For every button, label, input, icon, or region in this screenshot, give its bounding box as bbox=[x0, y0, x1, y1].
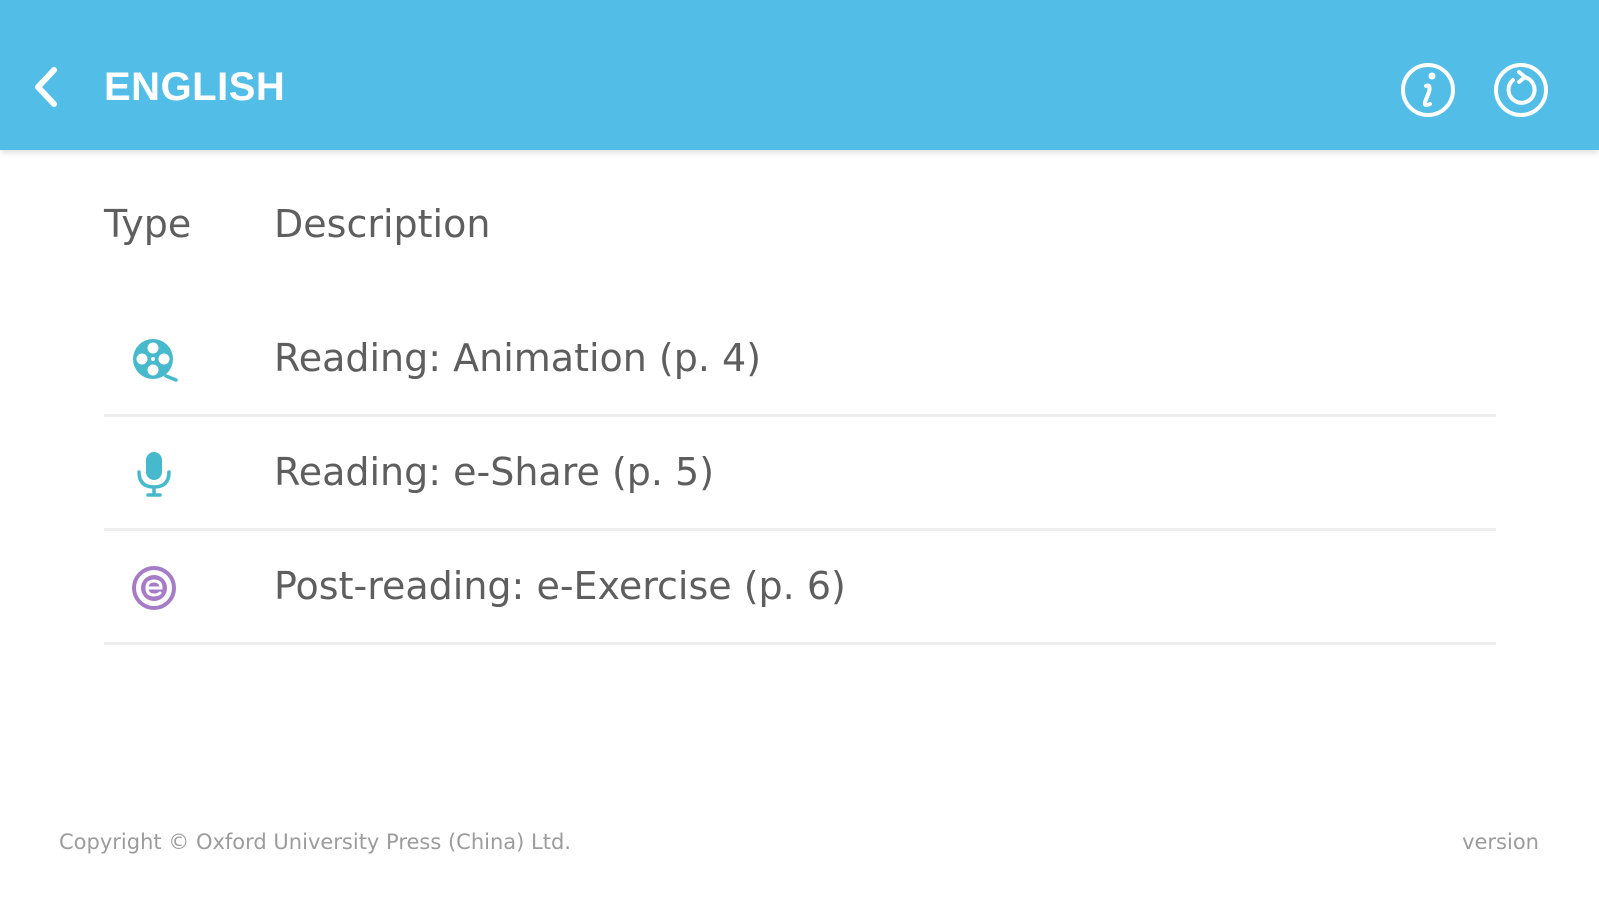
version-text: version bbox=[1462, 830, 1539, 854]
row-description: Reading: e-Share (p. 5) bbox=[274, 450, 715, 494]
table-body: Reading: Animation (p. 4) Reading: e-Sha… bbox=[104, 303, 1496, 645]
row-description: Reading: Animation (p. 4) bbox=[274, 336, 762, 380]
table-header: Type Description bbox=[104, 190, 1496, 270]
info-icon bbox=[1401, 63, 1455, 117]
table-row-e-exercise[interactable]: Post-reading: e-Exercise (p. 6) bbox=[104, 531, 1496, 645]
info-button[interactable] bbox=[1398, 60, 1458, 120]
chevron-left-icon bbox=[35, 67, 57, 107]
row-description: Post-reading: e-Exercise (p. 6) bbox=[274, 564, 846, 608]
refresh-icon bbox=[1494, 63, 1548, 117]
app-header: ENGLISH bbox=[0, 0, 1599, 150]
page-title: ENGLISH bbox=[104, 65, 286, 109]
table-row-animation[interactable]: Reading: Animation (p. 4) bbox=[104, 303, 1496, 417]
resource-table: Type Description Reading: Animation (p. … bbox=[104, 190, 1496, 645]
refresh-button[interactable] bbox=[1491, 60, 1551, 120]
column-header-description: Description bbox=[274, 202, 491, 246]
column-header-type: Type bbox=[104, 202, 192, 246]
microphone-icon bbox=[137, 452, 171, 497]
film-reel-icon bbox=[133, 339, 178, 382]
copyright-text: Copyright © Oxford University Press (Chi… bbox=[59, 830, 571, 854]
e-exercise-icon bbox=[132, 566, 176, 610]
table-row-e-share[interactable]: Reading: e-Share (p. 5) bbox=[104, 417, 1496, 531]
back-button[interactable] bbox=[26, 62, 66, 112]
